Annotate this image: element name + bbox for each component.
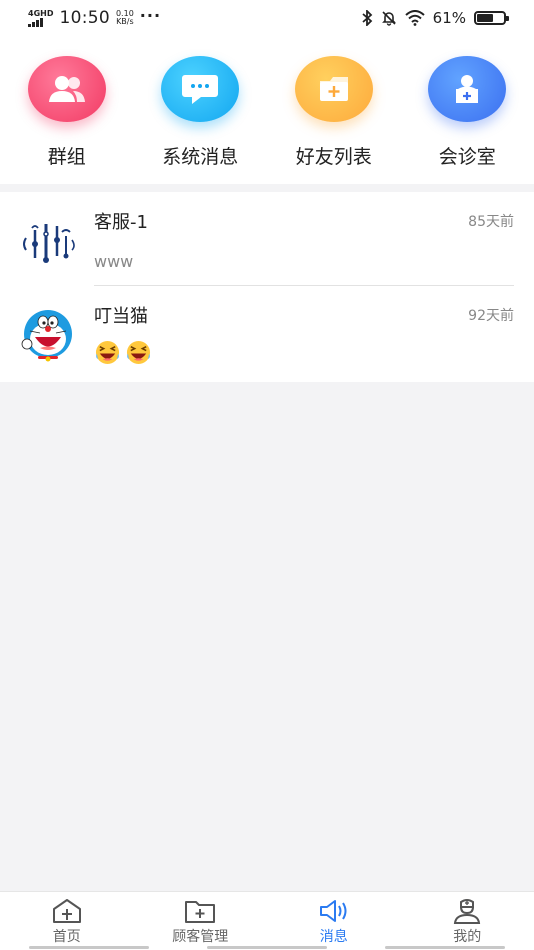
- battery-fill: [477, 14, 493, 22]
- cellular-signal-icon: 4GHD: [28, 8, 54, 27]
- doraemon-avatar: [18, 304, 78, 364]
- nav-home[interactable]: 首页: [0, 892, 134, 950]
- bluetooth-icon: [362, 10, 372, 26]
- home-icon: [52, 899, 81, 923]
- quick-action-label: 系统消息: [162, 146, 239, 168]
- conversation-body: 客服-1 85天前 www: [94, 192, 534, 286]
- conversation-last-message: www: [94, 252, 134, 271]
- quick-action-consultation-room[interactable]: 会诊室: [401, 36, 534, 184]
- conversation-item[interactable]: 客服-1 85天前 www: [0, 192, 534, 286]
- speed-unit: KB/s: [116, 17, 134, 26]
- status-right: 61%: [361, 9, 509, 27]
- bottom-nav: 首页 顾客管理 消息 我的: [0, 891, 534, 950]
- status-bar: 4GHD 10:50 0.10 KB/s ··· 61%: [0, 0, 534, 36]
- quick-action-label: 会诊室: [438, 146, 496, 168]
- quick-action-label: 好友列表: [295, 146, 372, 168]
- network-type: 4GHD: [28, 8, 54, 18]
- conversation-time: 85天前: [468, 214, 514, 230]
- quick-action-label: 群组: [47, 146, 86, 168]
- status-left: 4GHD 10:50 0.10 KB/s ···: [28, 5, 162, 28]
- section-gap: [0, 184, 534, 192]
- nav-profile[interactable]: 我的: [401, 892, 534, 950]
- doctor-icon: [454, 899, 481, 924]
- folder-plus-icon: [185, 901, 216, 923]
- nav-label: 顾客管理: [172, 929, 229, 945]
- consultation-room-icon: [428, 56, 507, 122]
- battery-percent: 61%: [432, 9, 466, 27]
- conversation-time: 92天前: [468, 308, 514, 324]
- quick-action-group[interactable]: 群组: [0, 36, 134, 184]
- more-notifications-icon: ···: [139, 5, 162, 25]
- nav-label: 我的: [453, 929, 482, 945]
- laughing-crying-emoji: [95, 340, 120, 365]
- nav-label: 首页: [52, 929, 81, 945]
- conversation-name: 叮当猫: [94, 306, 148, 327]
- gesture-bar: [0, 946, 534, 950]
- conversation-item[interactable]: 叮当猫 92天前: [0, 286, 534, 382]
- conversation-name: 客服-1: [94, 212, 148, 233]
- conversation-last-message: [94, 340, 514, 365]
- friend-list-icon: [294, 56, 373, 122]
- customer-service-avatar: [18, 210, 78, 270]
- wifi-icon: [404, 10, 425, 26]
- quick-actions: 群组 系统消息 好友列表 会诊室: [0, 36, 534, 184]
- mute-bell-icon: [381, 11, 396, 26]
- conversation-list: 客服-1 85天前 www 叮当猫 92天前: [0, 192, 534, 382]
- nav-customer-management[interactable]: 顾客管理: [134, 892, 268, 950]
- conversation-body: 叮当猫 92天前: [94, 286, 534, 382]
- battery-icon: [474, 11, 509, 25]
- nav-messages[interactable]: 消息: [267, 892, 401, 950]
- laughing-crying-emoji: [126, 340, 151, 365]
- quick-action-friend-list[interactable]: 好友列表: [267, 36, 401, 184]
- speaker-icon: [319, 900, 347, 922]
- quick-action-system-message[interactable]: 系统消息: [134, 36, 268, 184]
- network-speed: 0.10 KB/s: [116, 10, 134, 26]
- nav-label: 消息: [319, 929, 348, 945]
- system-message-icon: [161, 56, 240, 122]
- clock: 10:50: [59, 8, 110, 28]
- group-icon: [27, 56, 106, 122]
